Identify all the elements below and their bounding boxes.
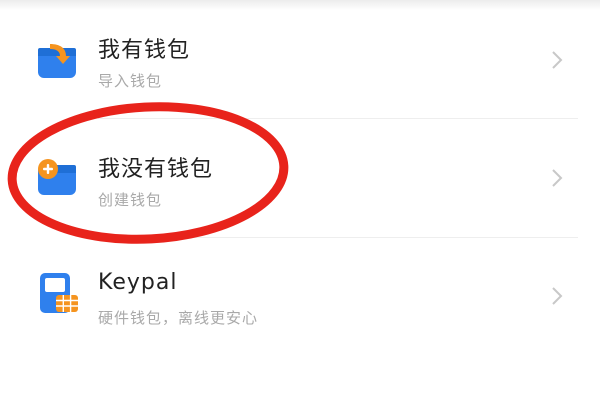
option-hardware-wallet[interactable]: Keypal 硬件钱包，离线更安心: [0, 238, 600, 356]
hardware-wallet-title: Keypal: [98, 270, 178, 295]
import-wallet-title: 我有钱包: [98, 38, 191, 63]
import-wallet-icon: [38, 44, 76, 78]
chevron-right-icon: [552, 287, 563, 305]
create-wallet-title: 我没有钱包: [98, 157, 214, 182]
import-wallet-subtitle: 导入钱包: [98, 72, 163, 90]
hardware-wallet-subtitle: 硬件钱包，离线更安心: [98, 309, 259, 327]
hardware-wallet-icon: [40, 273, 78, 313]
chevron-right-icon: [552, 51, 563, 69]
wallet-setup-screen: 我有钱包 导入钱包 我没有钱包 创建钱包 Keypal 硬件钱包，离线更安心: [0, 0, 600, 400]
option-create-wallet[interactable]: 我没有钱包 创建钱包: [0, 119, 600, 237]
create-wallet-subtitle: 创建钱包: [98, 191, 163, 209]
option-import-wallet[interactable]: 我有钱包 导入钱包: [0, 0, 600, 118]
chevron-right-icon: [552, 169, 563, 187]
create-wallet-icon: [38, 159, 76, 195]
